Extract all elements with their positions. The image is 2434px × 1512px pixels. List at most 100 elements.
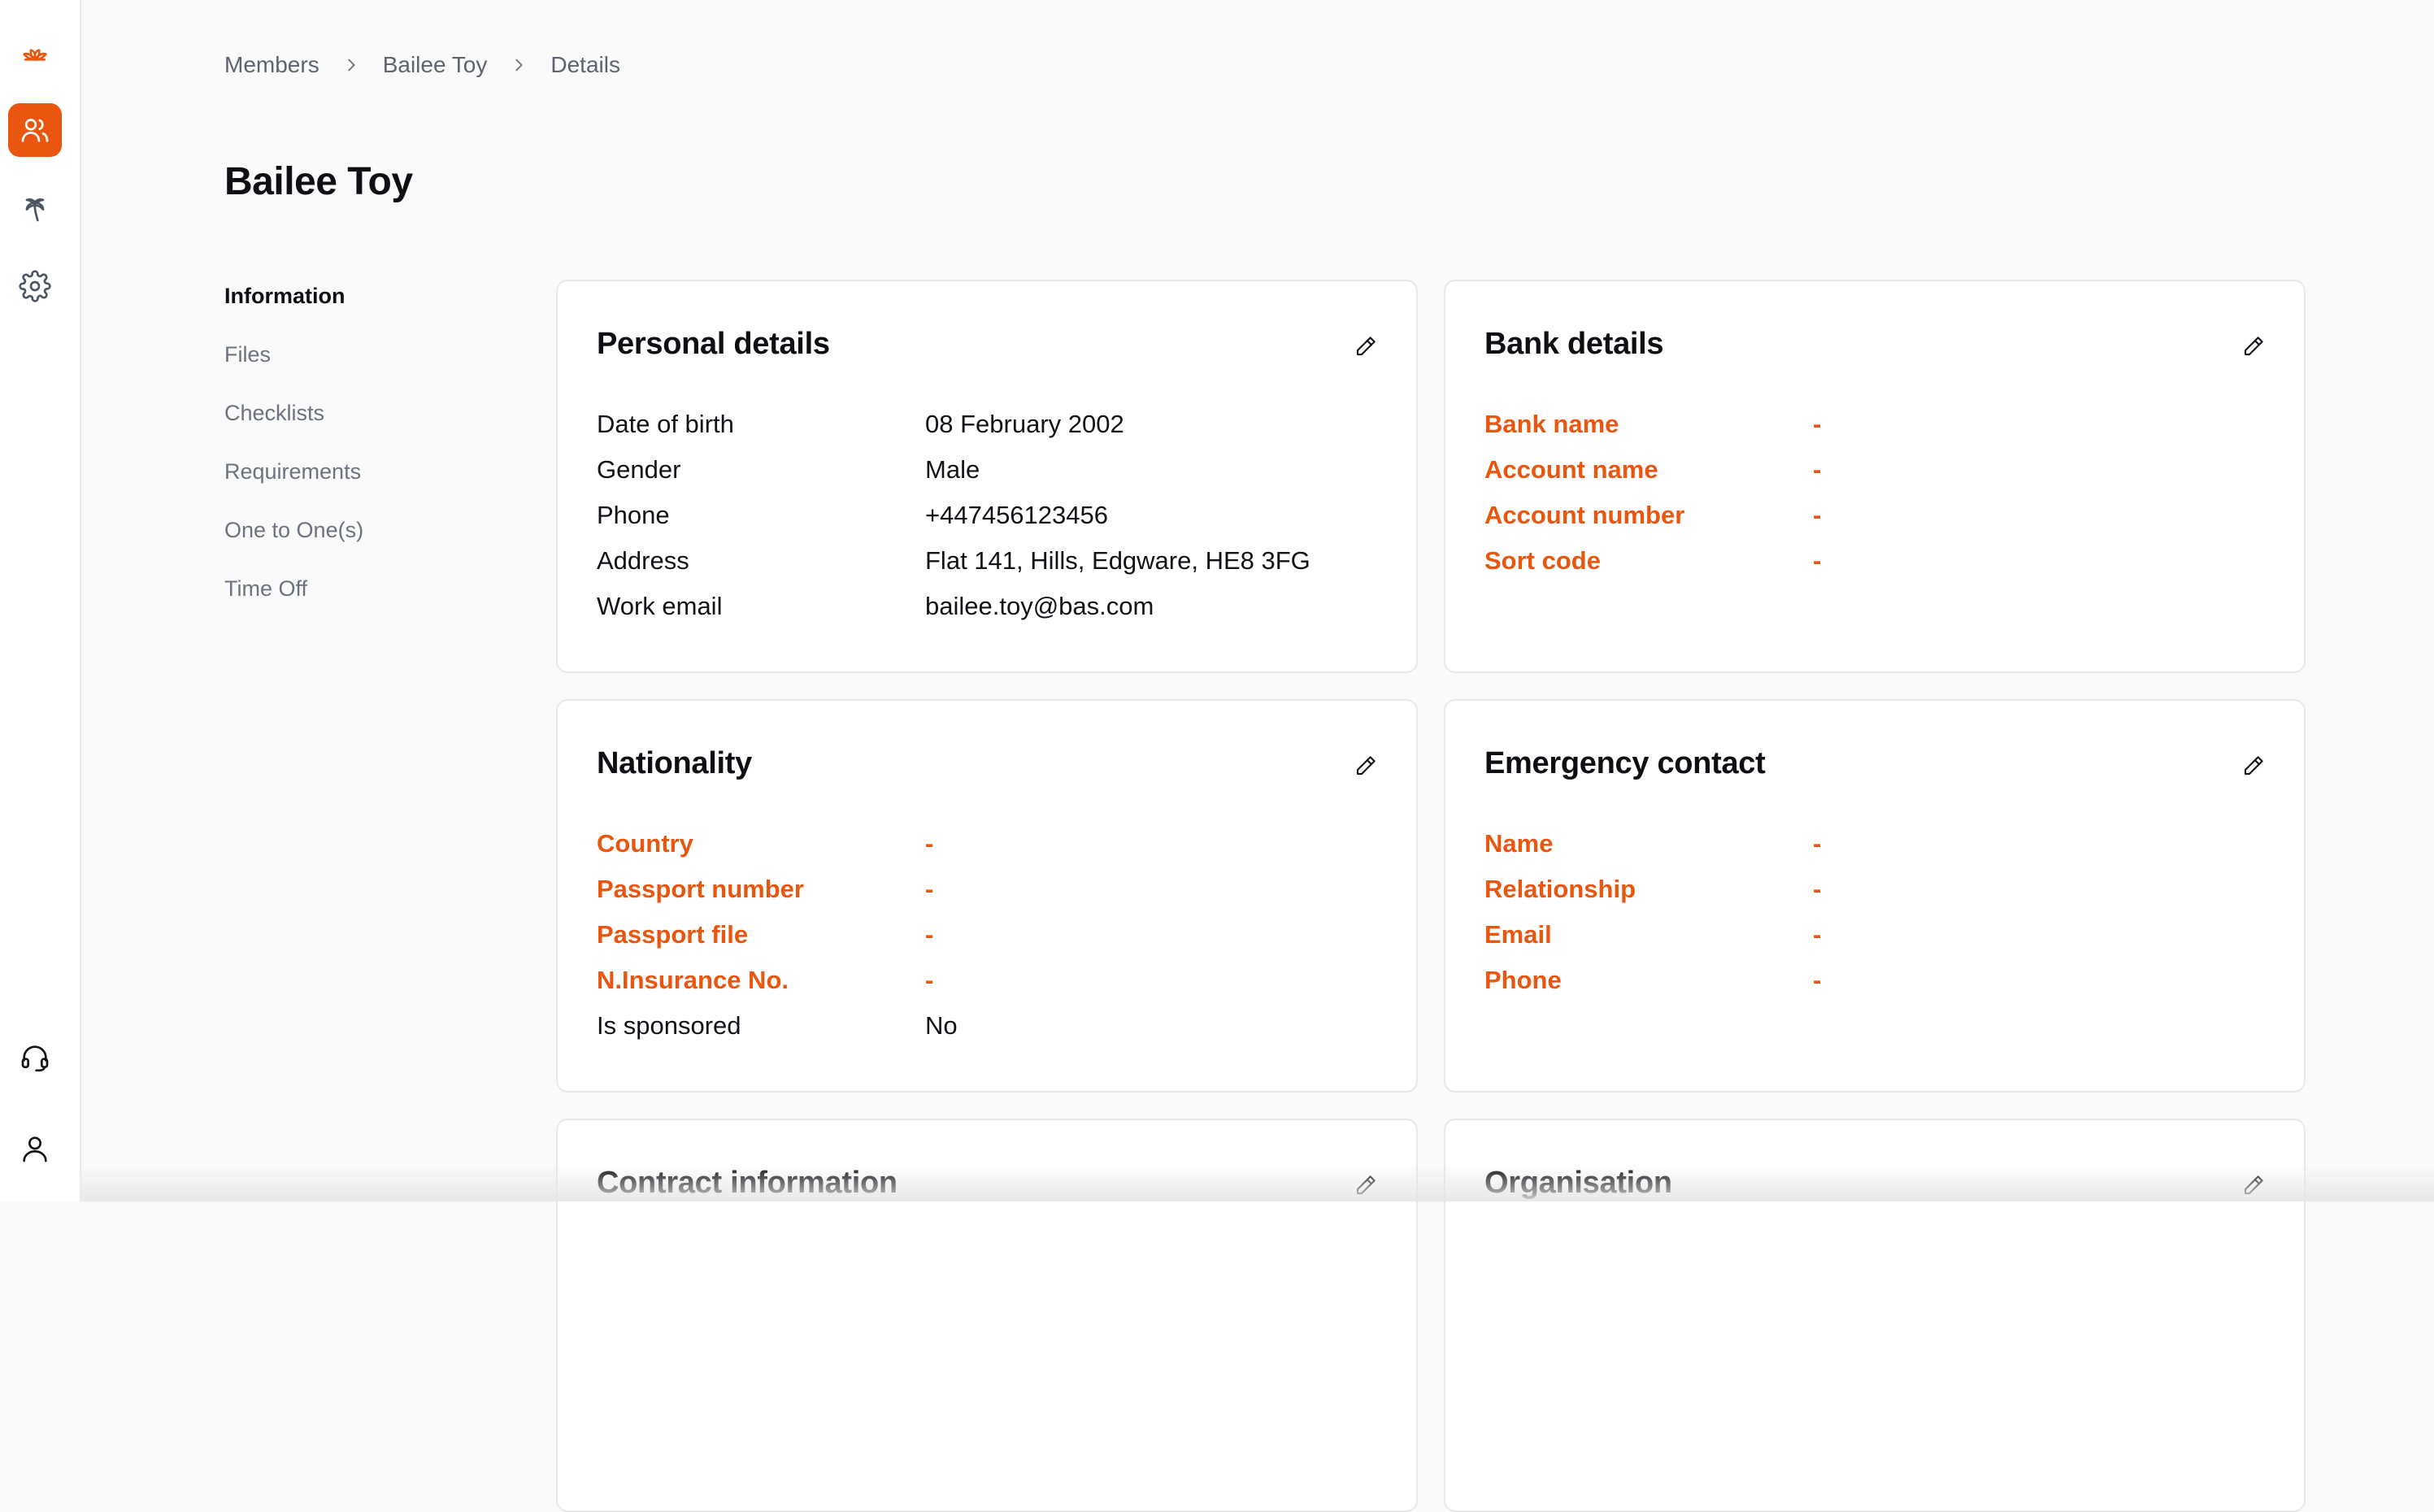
field-label: Account name xyxy=(1484,455,1813,484)
field-value: - xyxy=(1813,501,1821,530)
field-list: Name- Relationship- Email- Phone- xyxy=(1484,821,2265,1003)
field-row: N.Insurance No.- xyxy=(597,958,1377,1003)
field-row: AddressFlat 141, Hills, Edgware, HE8 3FG xyxy=(597,538,1377,584)
user-icon xyxy=(19,1132,51,1165)
field-value: - xyxy=(925,920,933,949)
field-value: +447456123456 xyxy=(925,501,1108,530)
field-row: Date of birth08 February 2002 xyxy=(597,402,1377,447)
breadcrumb-member-link[interactable]: Bailee Toy xyxy=(383,52,488,78)
field-row: GenderMale xyxy=(597,447,1377,493)
edit-contract-information-button[interactable] xyxy=(1351,1171,1380,1200)
nav-members-button[interactable] xyxy=(8,103,62,157)
field-label: Date of birth xyxy=(597,410,925,439)
chevron-right-icon xyxy=(342,56,360,74)
field-value: 08 February 2002 xyxy=(925,410,1124,439)
field-row: Relationship- xyxy=(1484,867,2265,912)
field-label: Relationship xyxy=(1484,875,1813,904)
breadcrumb: Members Bailee Toy Details xyxy=(224,49,620,81)
field-list: Bank name- Account name- Account number-… xyxy=(1484,402,2265,584)
field-label: Country xyxy=(597,829,925,858)
edit-bank-details-button[interactable] xyxy=(2239,332,2268,361)
field-label: Phone xyxy=(1484,966,1813,995)
bank-details-card: Bank details Bank name- Account name- Ac… xyxy=(1444,280,2306,673)
field-row: Account number- xyxy=(1484,493,2265,538)
field-row: Is sponsoredNo xyxy=(597,1003,1377,1049)
contract-information-card: Contract information xyxy=(556,1119,1418,1512)
field-row: Sort code- xyxy=(1484,538,2265,584)
section-nav-requirements[interactable]: Requirements xyxy=(224,455,363,514)
breadcrumb-members-link[interactable]: Members xyxy=(224,52,319,78)
card-title: Bank details xyxy=(1484,327,1663,362)
section-nav-time-off[interactable]: Time Off xyxy=(224,572,363,631)
field-label: Work email xyxy=(597,592,925,621)
palm-tree-icon xyxy=(19,192,51,224)
organisation-card: Organisation xyxy=(1444,1119,2306,1512)
sidebar-rail xyxy=(0,0,81,1201)
field-label: Account number xyxy=(1484,501,1813,530)
section-nav-checklists[interactable]: Checklists xyxy=(224,397,363,455)
nav-profile-button[interactable] xyxy=(8,1122,62,1175)
emergency-contact-card: Emergency contact Name- Relationship- Em… xyxy=(1444,699,2306,1093)
field-value: Flat 141, Hills, Edgware, HE8 3FG xyxy=(925,546,1310,576)
field-value: - xyxy=(1813,875,1821,904)
headset-icon xyxy=(19,1041,51,1074)
field-label: N.Insurance No. xyxy=(597,966,925,995)
field-value: - xyxy=(1813,966,1821,995)
edit-nationality-button[interactable] xyxy=(1351,751,1380,780)
section-nav-information[interactable]: Information xyxy=(224,280,363,338)
field-row: Country- xyxy=(597,821,1377,867)
field-list: Date of birth08 February 2002 GenderMale… xyxy=(597,402,1377,629)
field-label: Sort code xyxy=(1484,546,1813,576)
card-title: Contract information xyxy=(597,1166,898,1201)
field-label: Passport file xyxy=(597,920,925,949)
field-row: Name- xyxy=(1484,821,2265,867)
card-title: Organisation xyxy=(1484,1166,1672,1201)
nav-settings-button[interactable] xyxy=(8,259,62,313)
chevron-right-icon xyxy=(510,56,528,74)
breadcrumb-current: Details xyxy=(550,52,620,78)
pencil-icon xyxy=(2241,754,2266,778)
field-label: Name xyxy=(1484,829,1813,858)
section-nav: Information Files Checklists Requirement… xyxy=(224,280,363,631)
field-value: Male xyxy=(925,455,980,484)
card-title: Emergency contact xyxy=(1484,746,1765,781)
page-title: Bailee Toy xyxy=(224,159,413,204)
card-title: Personal details xyxy=(597,327,830,362)
field-value: - xyxy=(1813,410,1821,439)
field-row: Passport number- xyxy=(597,867,1377,912)
field-row: Passport file- xyxy=(597,912,1377,958)
nav-support-button[interactable] xyxy=(8,1031,62,1084)
field-row: Work emailbailee.toy@bas.com xyxy=(597,584,1377,629)
field-label: Gender xyxy=(597,455,925,484)
pencil-icon xyxy=(1354,754,1378,778)
field-value: - xyxy=(925,966,933,995)
personal-details-card: Personal details Date of birth08 Februar… xyxy=(556,280,1418,673)
field-value: - xyxy=(1813,455,1821,484)
lotus-logo-icon[interactable] xyxy=(8,26,62,80)
field-value: - xyxy=(925,829,933,858)
field-label: Phone xyxy=(597,501,925,530)
pencil-icon xyxy=(2241,334,2266,358)
field-value: - xyxy=(1813,920,1821,949)
field-label: Bank name xyxy=(1484,410,1813,439)
field-row: Email- xyxy=(1484,912,2265,958)
field-value: - xyxy=(1813,829,1821,858)
field-row: Phone- xyxy=(1484,958,2265,1003)
field-row: Bank name- xyxy=(1484,402,2265,447)
edit-emergency-contact-button[interactable] xyxy=(2239,751,2268,780)
nav-time-off-button[interactable] xyxy=(8,181,62,235)
edit-personal-details-button[interactable] xyxy=(1351,332,1380,361)
field-label: Passport number xyxy=(597,875,925,904)
users-icon xyxy=(19,114,51,146)
field-label: Address xyxy=(597,546,925,576)
field-label: Is sponsored xyxy=(597,1011,925,1041)
nationality-card: Nationality Country- Passport number- Pa… xyxy=(556,699,1418,1093)
edit-organisation-button[interactable] xyxy=(2239,1171,2268,1200)
section-nav-one-to-ones[interactable]: One to One(s) xyxy=(224,514,363,572)
section-nav-files[interactable]: Files xyxy=(224,338,363,397)
field-row: Phone+447456123456 xyxy=(597,493,1377,538)
card-title: Nationality xyxy=(597,746,752,781)
pencil-icon xyxy=(2241,1173,2266,1197)
field-value: No xyxy=(925,1011,958,1041)
field-value: - xyxy=(925,875,933,904)
